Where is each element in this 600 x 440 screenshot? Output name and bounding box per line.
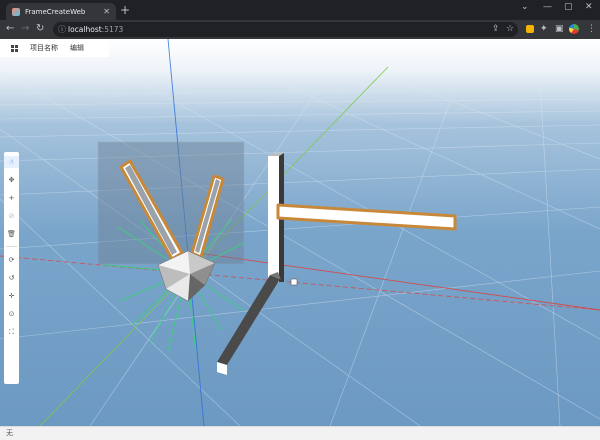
browser-tabstrip: FrameCreateWeb ✕ + ⌄ — ▢ ✕ <box>0 0 600 20</box>
sidepanel-icon[interactable]: ▣ <box>555 24 564 35</box>
toolbar-divider <box>6 246 17 247</box>
trash-icon[interactable]: 🗑 <box>4 228 19 240</box>
browser-tab[interactable]: FrameCreateWeb ✕ <box>6 3 116 20</box>
add-plus-icon[interactable]: + <box>4 192 19 204</box>
select-pointer-icon[interactable]: ☝ <box>4 156 19 168</box>
puzzle-icon[interactable]: ✦ <box>540 24 548 35</box>
maximize-button[interactable]: ▢ <box>564 2 573 12</box>
menu-project-name[interactable]: 项目名称 <box>30 43 58 53</box>
tab-close-icon[interactable]: ✕ <box>103 7 110 16</box>
address-url: localhost:5173 <box>68 25 123 34</box>
menu-kebab-icon[interactable]: ⋮ <box>587 24 596 35</box>
share-icon[interactable]: ⇪ <box>492 24 500 35</box>
new-tab-button[interactable]: + <box>120 4 130 16</box>
focus-target-icon[interactable]: ⊙ <box>4 308 19 320</box>
menu-edit[interactable]: 编辑 <box>70 43 84 53</box>
status-bar: 无 <box>0 426 600 440</box>
close-window-button[interactable]: ✕ <box>585 2 593 12</box>
fit-view-icon[interactable]: ⛶ <box>4 326 19 338</box>
delete-disabled-icon[interactable]: ⊘ <box>4 210 19 222</box>
apps-grid-icon[interactable] <box>11 44 18 52</box>
url-port: :5173 <box>101 25 124 34</box>
browser-toolbar: ← → ↻ ⓘ localhost:5173 ⇪ ☆ ✦ ▣ ⋮ <box>0 20 600 39</box>
origin-marker <box>290 278 298 286</box>
tool-sidebar: ☝ ✥ + ⊘ 🗑 ⟳ ↺ ✛ ⊙ ⛶ <box>4 152 19 384</box>
3d-viewport[interactable] <box>0 39 600 426</box>
extension-icon[interactable] <box>526 25 534 33</box>
tab-title: FrameCreateWeb <box>25 7 86 16</box>
app-menubar: 项目名称 编辑 <box>0 39 109 57</box>
site-info-icon[interactable]: ⓘ <box>58 24 66 35</box>
reload-icon[interactable]: ↻ <box>36 23 44 35</box>
undo-icon[interactable]: ↺ <box>4 272 19 284</box>
minimize-button[interactable]: — <box>543 2 552 12</box>
app-favicon-icon <box>12 7 20 16</box>
tab-search-icon[interactable]: ⌄ <box>521 2 529 12</box>
forward-icon[interactable]: → <box>21 23 29 35</box>
move-axes-icon[interactable]: ✛ <box>4 290 19 302</box>
bookmark-star-icon[interactable]: ☆ <box>506 24 514 35</box>
app-content: 项目名称 编辑 ☝ ✥ + ⊘ 🗑 ⟳ ↺ ✛ ⊙ ⛶ <box>0 39 600 426</box>
ground-plane <box>0 39 600 426</box>
back-icon[interactable]: ← <box>6 23 14 35</box>
rotate-icon[interactable]: ⟳ <box>4 254 19 266</box>
address-bar[interactable]: ⓘ localhost:5173 ⇪ ☆ <box>53 22 518 37</box>
move-cross-icon[interactable]: ✥ <box>4 174 19 186</box>
profile-avatar[interactable] <box>569 24 579 34</box>
status-text: 无 <box>6 429 13 437</box>
url-host: localhost <box>68 25 102 34</box>
